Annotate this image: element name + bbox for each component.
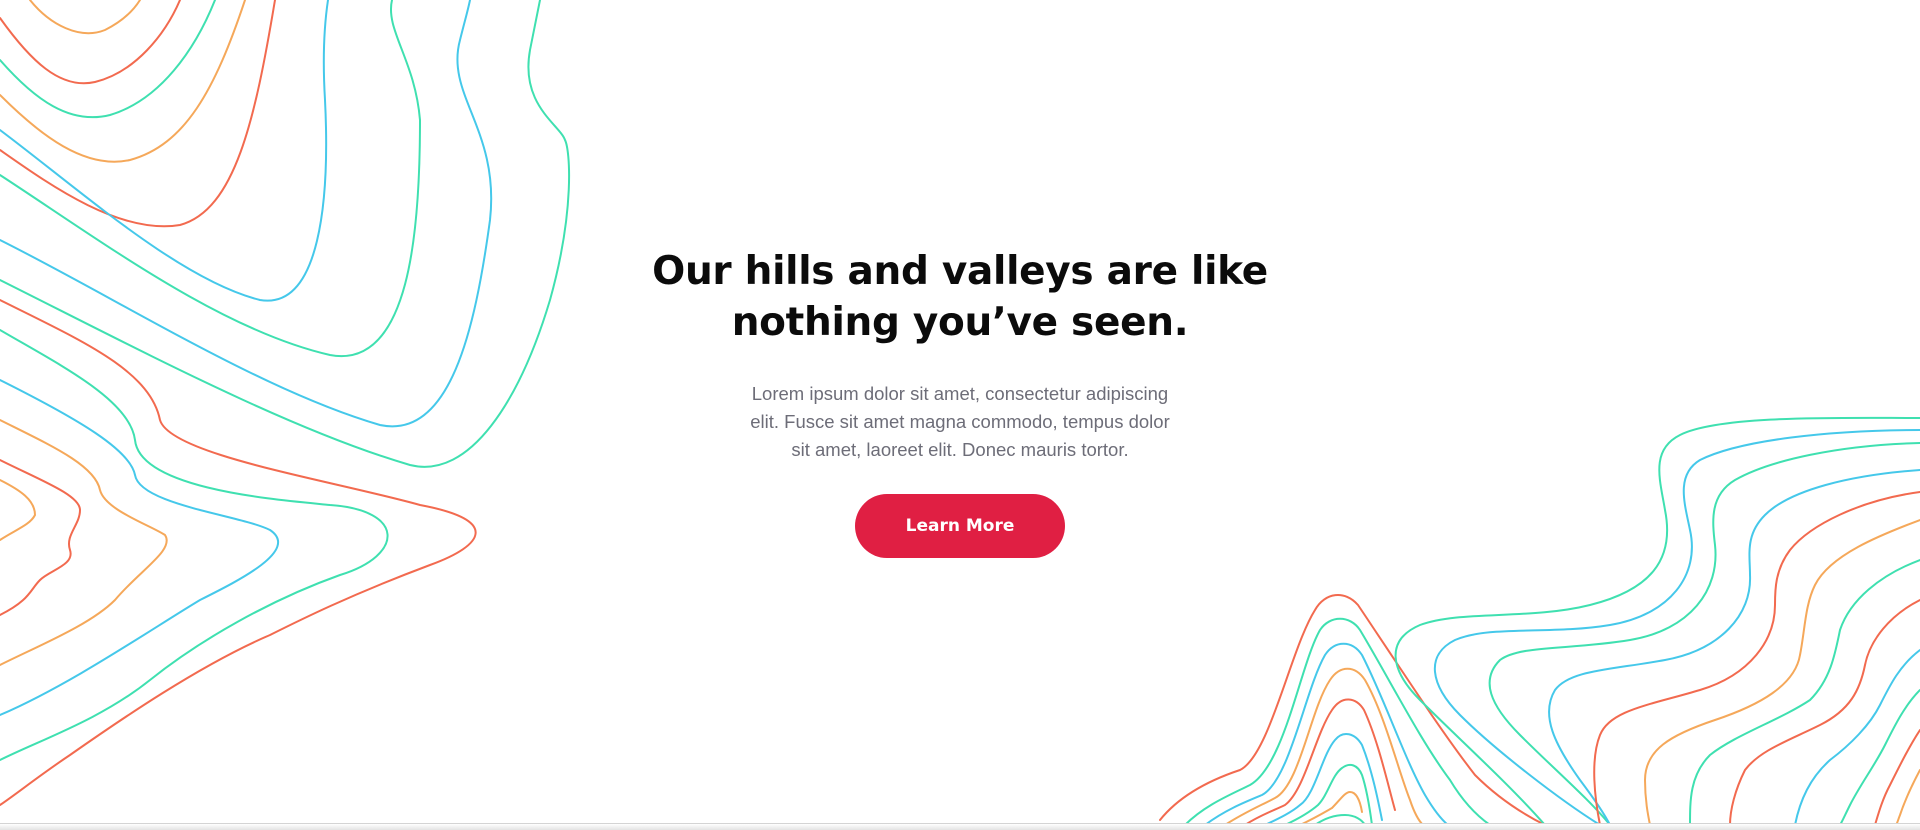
hero-description-line: Lorem ipsum dolor sit amet, consectetur …: [751, 383, 1169, 404]
learn-more-button[interactable]: Learn More: [855, 494, 1065, 558]
landing-page: Our hills and valleys are like nothing y…: [0, 0, 1920, 830]
hero-title-line: Our hills and valleys are like: [652, 249, 1268, 294]
hero-title-line: nothing you’ve seen.: [731, 300, 1189, 345]
hero-title: Our hills and valleys are like nothing y…: [620, 246, 1300, 348]
hero-description-line: sit amet, laoreet elit. Donec mauris tor…: [791, 439, 1129, 460]
hero-description: Lorem ipsum dolor sit amet, consectetur …: [725, 380, 1195, 464]
left-contour-lines: [0, 0, 571, 806]
hero-section: Our hills and valleys are like nothing y…: [620, 246, 1300, 558]
bottom-divider: [0, 823, 1920, 830]
hero-description-line: elit. Fusce sit amet magna commodo, temp…: [750, 411, 1170, 432]
